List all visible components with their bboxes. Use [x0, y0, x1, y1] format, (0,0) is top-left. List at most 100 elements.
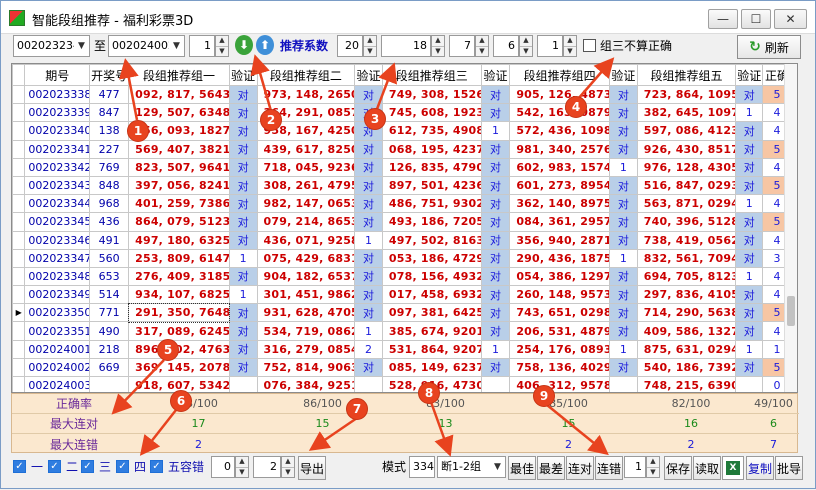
table-row[interactable]: 002024001 218 896, 302, 4763 对 316, 279, 085…	[12, 339, 792, 359]
coef5-spinner[interactable]: ▲ ▼	[563, 35, 577, 57]
table-row[interactable]: 002023341 227 569, 407, 3821 对 439, 617, 825…	[12, 139, 792, 159]
consecutive-hit-button[interactable]: 连对	[566, 456, 594, 480]
coef2-spinner[interactable]: ▲ ▼	[431, 35, 445, 57]
next-down-button[interactable]: ⬇	[235, 35, 253, 55]
coef4-input[interactable]: 6	[493, 35, 519, 57]
table-row[interactable]: 002023349 514 934, 107, 6825 1 301, 451, 986…	[12, 285, 792, 305]
cell-verify5: 1	[735, 339, 764, 359]
row-selector[interactable]	[12, 285, 26, 305]
table-row[interactable]: 002023348 653 276, 409, 3185 对 904, 182, 653…	[12, 266, 792, 287]
vertical-scrollbar[interactable]	[784, 64, 797, 392]
coef3-input[interactable]: 7	[449, 35, 475, 57]
prev-up-button[interactable]: ⬆	[256, 35, 274, 55]
coef1-input[interactable]: 20	[337, 35, 363, 57]
row-selector[interactable]	[12, 266, 26, 287]
from-period-input[interactable]: 002023234	[13, 35, 75, 57]
spin-up-icon: ▲	[239, 457, 245, 466]
from-period-dropdown[interactable]: ▼	[74, 35, 90, 57]
row-selector[interactable]	[12, 175, 26, 196]
batch-count-spinner[interactable]: ▲ ▼	[646, 456, 660, 478]
excel-button[interactable]: X	[722, 456, 744, 480]
header-kaijiang[interactable]: 开奖号	[89, 64, 130, 86]
row-selector[interactable]	[12, 84, 26, 105]
cell-group2: 308, 261, 4795	[256, 175, 356, 196]
row-selector[interactable]	[12, 321, 26, 341]
row-selector[interactable]	[12, 248, 26, 268]
tolerance-min-spinner[interactable]: ▲ ▼	[235, 456, 249, 478]
table-row[interactable]: ▶ 002023350 771 291, 350, 7648 对 931, 628, 47…	[12, 302, 792, 323]
row-selector[interactable]	[12, 139, 26, 159]
row-selector[interactable]	[12, 230, 26, 250]
table-row[interactable]: 002023339 847 129, 507, 6348 对 364, 291, 085…	[12, 103, 792, 123]
header-group2[interactable]: 段组推荐组二	[256, 64, 356, 86]
tolerance-max-spinner[interactable]: ▲ ▼	[281, 456, 295, 478]
header-verify5[interactable]: 验证	[735, 64, 764, 86]
coef2-input[interactable]: 18	[381, 35, 431, 57]
header-verify1[interactable]: 验证	[228, 64, 258, 86]
group3-checkbox-bottom[interactable]: ✓	[81, 460, 94, 473]
save-button[interactable]: 保存	[664, 456, 692, 480]
export-button[interactable]: 导出	[298, 456, 326, 480]
row-selector[interactable]: ▶	[12, 303, 26, 323]
consecutive-miss-button[interactable]: 连错	[595, 456, 623, 480]
to-period-input[interactable]: 002024002	[108, 35, 170, 57]
scrollbar-thumb[interactable]	[787, 296, 795, 326]
table-row[interactable]: 002023345 436 864, 079, 5123 对 079, 214, 865…	[12, 212, 792, 232]
group5-checkbox[interactable]: ✓	[150, 460, 163, 473]
tolerance-min-input[interactable]: 0	[211, 456, 235, 478]
coef5-input[interactable]: 1	[537, 35, 563, 57]
table-row[interactable]: 002023347 560 253, 809, 6147 1 075, 429, 683…	[12, 248, 792, 268]
row-selector[interactable]	[12, 121, 26, 141]
table-row[interactable]: 002023344 968 401, 259, 7386 对 982, 147, 065…	[12, 194, 792, 214]
table-row[interactable]: 002023346 491 497, 180, 6325 对 436, 071, 925…	[12, 230, 792, 250]
batch-count-input[interactable]: 1	[624, 456, 646, 478]
close-button[interactable]: ✕	[774, 9, 807, 29]
mode-select-dropdown[interactable]: ▼	[490, 456, 506, 478]
row-selector[interactable]	[12, 375, 26, 392]
recommendation-grid[interactable]: 期号 开奖号 段组推荐组一 验证 段组推荐组二 验证 段组推荐组三 验证 段组推…	[11, 63, 798, 393]
header-verify4[interactable]: 验证	[609, 64, 638, 86]
header-group5[interactable]: 段组推荐组五	[636, 64, 737, 86]
row-selector[interactable]	[12, 339, 26, 359]
coef3-spinner[interactable]: ▲ ▼	[475, 35, 489, 57]
worst-button[interactable]: 最差	[537, 456, 565, 480]
read-button[interactable]: 读取	[693, 456, 721, 480]
best-button[interactable]: 最佳	[508, 456, 536, 480]
group4-checkbox[interactable]: ✓	[116, 460, 129, 473]
group2-checkbox[interactable]: ✓	[48, 460, 61, 473]
row-selector[interactable]	[12, 157, 26, 177]
row-selector[interactable]	[12, 103, 26, 123]
batch-export-button[interactable]: 批导	[775, 456, 803, 480]
table-row[interactable]: 002023342 769 823, 507, 9641 对 718, 045, 923…	[12, 157, 792, 177]
to-period-dropdown[interactable]: ▼	[169, 35, 185, 57]
cell-verify5: 对	[735, 84, 764, 105]
table-row[interactable]: 002023343 848 397, 056, 8241 对 308, 261, 479…	[12, 175, 792, 196]
table-row[interactable]: 002024003 918, 607, 5342 076, 384, 9251 528…	[12, 375, 792, 392]
copy-button[interactable]: 复制	[746, 456, 774, 480]
mode-select[interactable]: 断1-2组	[437, 456, 491, 478]
row-selector[interactable]	[12, 212, 26, 232]
row-selector[interactable]	[12, 194, 26, 214]
tolerance-max-input[interactable]: 2	[253, 456, 281, 478]
mode-value-input[interactable]: 334	[409, 456, 435, 478]
table-row[interactable]: 002023338 477 092, 817, 5643 对 973, 148, 265…	[12, 84, 792, 105]
table-row[interactable]: 002024002 669 369, 145, 2078 对 752, 814, 906…	[12, 357, 792, 378]
table-row[interactable]: 002023351 490 317, 089, 6245 对 534, 719, 086…	[12, 321, 792, 341]
header-group1[interactable]: 段组推荐组一	[128, 64, 230, 86]
coef4-spinner[interactable]: ▲ ▼	[519, 35, 533, 57]
cell-group2: 904, 182, 6537	[256, 266, 356, 287]
coef1-spinner[interactable]: ▲ ▼	[363, 35, 377, 57]
header-group4[interactable]: 段组推荐组四	[509, 64, 610, 86]
minimize-button[interactable]: —	[708, 9, 738, 29]
refresh-button[interactable]: ↻ 刷新	[737, 35, 801, 59]
group3-checkbox[interactable]	[583, 39, 596, 52]
step-input[interactable]: 1	[189, 35, 215, 57]
step-spinner[interactable]: ▲ ▼	[215, 35, 229, 57]
header-verify3[interactable]: 验证	[480, 64, 511, 86]
row-selector[interactable]	[12, 357, 26, 378]
maximize-button[interactable]: ☐	[741, 9, 771, 29]
header-qihao[interactable]: 期号	[24, 64, 91, 86]
group1-checkbox[interactable]: ✓	[13, 460, 26, 473]
header-group3[interactable]: 段组推荐组三	[381, 64, 482, 86]
header-verify2[interactable]: 验证	[354, 64, 383, 86]
